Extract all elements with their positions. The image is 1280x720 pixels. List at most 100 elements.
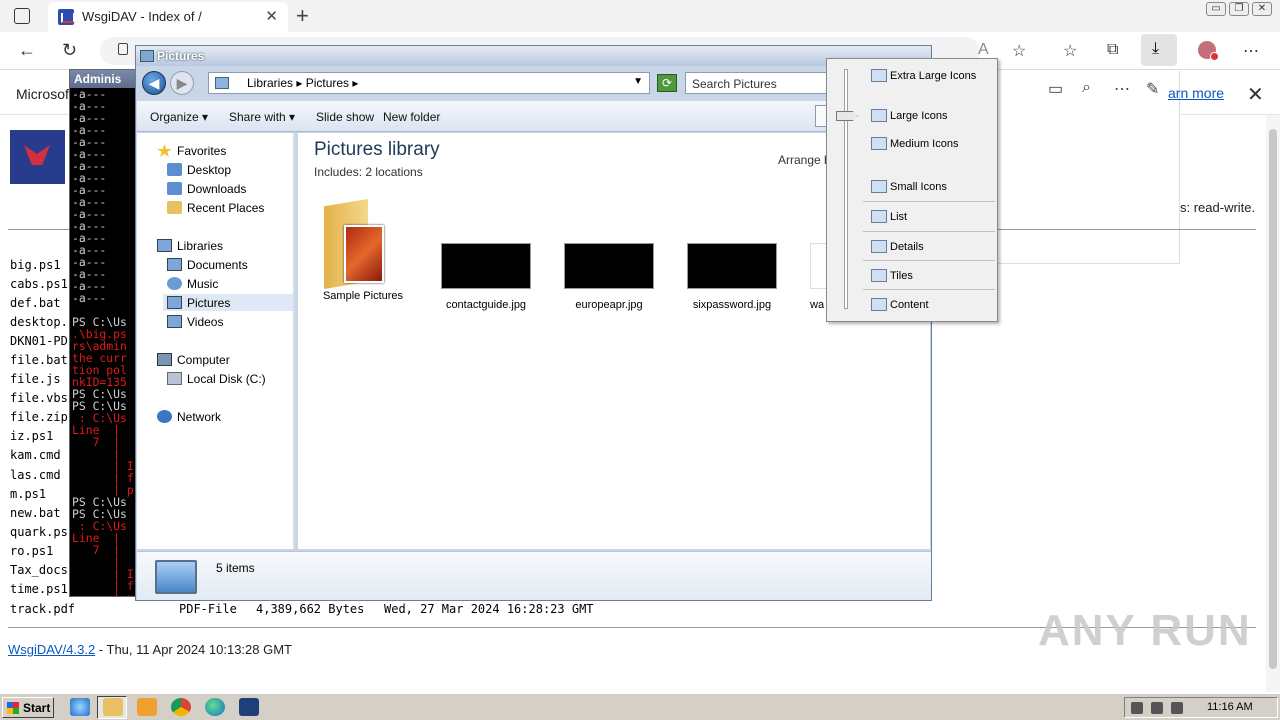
nav-downloads[interactable]: Downloads xyxy=(167,182,246,196)
menu-label: Details xyxy=(890,241,924,253)
library-locations[interactable]: Includes: 2 locations xyxy=(314,165,423,179)
view-slider[interactable] xyxy=(844,69,848,309)
profile-icon[interactable] xyxy=(1198,41,1219,61)
file-link[interactable]: def.bat xyxy=(10,296,68,315)
favorites-icon[interactable]: ☆ xyxy=(1063,41,1077,61)
chevron-down-icon[interactable]: ▼ xyxy=(633,76,643,87)
file-item[interactable]: Sample Pictures xyxy=(308,195,418,302)
tab-close-icon[interactable]: ✕ xyxy=(265,7,278,25)
file-link[interactable]: ro.ps1 xyxy=(10,544,68,563)
more-icon[interactable]: ⋯ xyxy=(1243,41,1259,61)
flag-icon[interactable] xyxy=(1171,702,1183,714)
pin-icon[interactable]: ✎ xyxy=(1146,79,1159,99)
file-link[interactable]: file.zip xyxy=(10,410,68,429)
search-icon[interactable]: ⌕ xyxy=(1082,79,1091,97)
file-link[interactable]: iz.ps1 xyxy=(10,429,68,448)
volume-icon[interactable] xyxy=(1131,702,1143,714)
forward-icon[interactable]: ▶ xyxy=(170,71,194,95)
file-link[interactable]: Tax_docs xyxy=(10,563,68,582)
menu-item-tiles[interactable]: Tiles xyxy=(871,269,913,282)
lock-icon[interactable] xyxy=(118,43,128,55)
nav-local-disk[interactable]: Local Disk (C:) xyxy=(167,372,266,386)
ie-icon[interactable] xyxy=(70,698,90,716)
read-aloud-icon[interactable]: A xyxy=(978,41,989,59)
nav-desktop[interactable]: Desktop xyxy=(167,163,231,177)
menu-item-small-icons[interactable]: Small Icons xyxy=(871,180,947,193)
chrome-icon[interactable] xyxy=(171,698,191,716)
close-window-button[interactable]: ✕ xyxy=(1252,2,1272,16)
explorer-titlebar[interactable]: Pictures xyxy=(136,46,931,66)
media-player-icon[interactable] xyxy=(137,698,157,716)
arrange-by[interactable]: Arrange b xyxy=(778,153,831,167)
scroll-thumb[interactable] xyxy=(1269,129,1277,669)
powershell-icon[interactable] xyxy=(239,698,259,716)
file-link[interactable]: file.js xyxy=(10,372,68,391)
nav-pictures[interactable]: Pictures xyxy=(163,294,293,311)
share-with-button[interactable]: Share with ▾ xyxy=(229,110,295,124)
menu-item-extra-large-icons[interactable]: Extra Large Icons xyxy=(871,69,976,82)
nav-computer[interactable]: Computer xyxy=(157,353,230,367)
tab-actions-icon[interactable] xyxy=(14,8,30,24)
menu-item-list[interactable]: List xyxy=(871,210,907,223)
file-link[interactable]: big.ps1 xyxy=(10,258,68,277)
nav-label: Documents xyxy=(187,258,248,272)
add-favorite-icon[interactable]: ☆ xyxy=(1012,41,1026,61)
file-link[interactable]: m.ps1 xyxy=(10,487,68,506)
nav-favorites[interactable]: Favorites xyxy=(157,144,226,158)
menu-item-content[interactable]: Content xyxy=(871,298,929,311)
refresh-icon[interactable]: ↻ xyxy=(62,40,77,61)
breadcrumb-path[interactable]: Libraries ▸ Pictures ▸ xyxy=(247,76,358,90)
downloads-button[interactable]: ⤓ xyxy=(1141,34,1177,66)
file-link[interactable]: quark.ps xyxy=(10,525,68,544)
file-link[interactable]: kam.cmd xyxy=(10,448,68,467)
browser-tab[interactable]: WsgiDAV - Index of / ✕ xyxy=(48,2,288,32)
nav-documents[interactable]: Documents xyxy=(167,258,248,272)
edge-icon[interactable] xyxy=(205,698,225,716)
wsgidav-link[interactable]: WsgiDAV/4.3.2 xyxy=(8,642,95,657)
file-item[interactable]: europeapr.jpg xyxy=(554,195,664,311)
file-name[interactable]: track.pdf xyxy=(10,602,75,616)
file-link[interactable]: desktop. xyxy=(10,315,68,334)
menu-item-details[interactable]: Details xyxy=(871,240,924,253)
new-tab-icon[interactable]: + xyxy=(296,3,309,29)
refresh-icon[interactable]: ⟳ xyxy=(657,74,677,92)
nav-libraries[interactable]: Libraries xyxy=(157,239,223,253)
file-link[interactable]: time.ps1 xyxy=(10,582,68,601)
console-line: -a--- xyxy=(72,291,107,305)
minimize-button[interactable]: ▭ xyxy=(1206,2,1226,16)
powershell-window[interactable]: Adminis -a--- -a--- -a--- -a--- -a--- -a--- -a… xyxy=(69,69,139,597)
file-item[interactable]: contactguide.jpg xyxy=(431,195,541,311)
menu-item-medium-icons[interactable]: Medium Icons xyxy=(871,137,958,150)
learn-more-link[interactable]: arn more xyxy=(1168,85,1224,101)
nav-videos[interactable]: Videos xyxy=(167,315,223,329)
start-button[interactable]: Start xyxy=(2,697,54,718)
file-link[interactable]: file.vbs xyxy=(10,391,68,410)
strip-close-icon[interactable]: ✕ xyxy=(1247,82,1264,107)
menu-item-large-icons[interactable]: Large Icons xyxy=(871,109,947,122)
slide-show-button[interactable]: Slide show xyxy=(316,110,374,124)
restore-button[interactable]: ❐ xyxy=(1229,2,1249,16)
file-link[interactable]: las.cmd xyxy=(10,468,68,487)
explorer-icon[interactable] xyxy=(103,698,123,716)
nav-recent-places[interactable]: Recent Places xyxy=(167,201,264,215)
back-icon[interactable]: ◀ xyxy=(142,71,166,95)
search-input[interactable]: Search Pictures xyxy=(685,72,835,94)
collections-icon[interactable]: ⧉ xyxy=(1107,41,1118,59)
view-slider-thumb[interactable] xyxy=(836,111,858,121)
nav-music[interactable]: Music xyxy=(167,277,218,291)
nav-network[interactable]: Network xyxy=(157,410,221,424)
file-item[interactable]: sixpassword.jpg xyxy=(677,195,787,311)
breadcrumb[interactable]: Libraries ▸ Pictures ▸ ▼ xyxy=(208,72,650,94)
network-icon[interactable] xyxy=(1151,702,1163,714)
open-folder-icon[interactable]: ▭ xyxy=(1048,79,1063,99)
file-link[interactable]: file.bat xyxy=(10,353,68,372)
file-link[interactable]: DKN01-PD xyxy=(10,334,68,353)
explorer-window[interactable]: Pictures ◀ ▶ Libraries ▸ Pictures ▸ ▼ ⟳ … xyxy=(135,45,932,601)
new-folder-button[interactable]: New folder xyxy=(383,110,440,124)
organize-button[interactable]: Organize ▾ xyxy=(150,110,208,124)
more-icon[interactable]: ⋯ xyxy=(1114,79,1130,99)
back-icon[interactable]: ← xyxy=(18,40,36,61)
page-scrollbar[interactable] xyxy=(1266,115,1280,692)
file-link[interactable]: cabs.ps1 xyxy=(10,277,68,296)
file-link[interactable]: new.bat xyxy=(10,506,68,525)
